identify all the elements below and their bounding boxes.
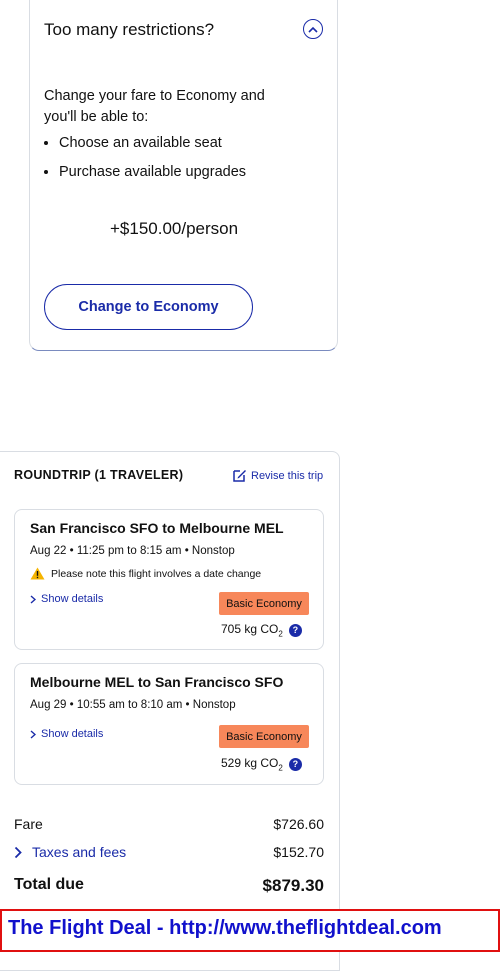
- change-to-economy-button[interactable]: Change to Economy: [44, 284, 253, 330]
- help-icon[interactable]: ?: [288, 623, 302, 637]
- show-details-link[interactable]: Show details: [30, 593, 103, 605]
- taxes-value: $152.70: [273, 844, 324, 860]
- show-details-link[interactable]: Show details: [30, 728, 103, 740]
- chevron-right-icon: [30, 594, 36, 604]
- co2-value: 529 kg CO2: [221, 756, 283, 773]
- date-change-warning: Please note this flight involves a date …: [30, 567, 261, 580]
- segment-route: San Francisco SFO to Melbourne MEL: [30, 520, 284, 536]
- benefit-item: Purchase available upgrades: [59, 158, 246, 187]
- total-due-value: $879.30: [262, 876, 324, 895]
- collapse-button[interactable]: [303, 19, 323, 39]
- watermark-text: The Flight Deal - http://www.theflightde…: [8, 917, 442, 939]
- co2-emissions: 705 kg CO2 ?: [221, 622, 302, 638]
- total-due-label: Total due: [14, 876, 84, 893]
- co2-emissions: 529 kg CO2 ?: [221, 756, 302, 772]
- warning-icon: [30, 567, 45, 580]
- co2-value: 705 kg CO2: [221, 622, 283, 639]
- benefit-item: Choose an available seat: [59, 129, 246, 158]
- chevron-up-icon: [308, 26, 318, 33]
- chevron-right-icon: [30, 729, 36, 739]
- upgrade-price: +$150.00/person: [110, 219, 239, 238]
- fare-class-badge: Basic Economy: [219, 725, 309, 748]
- help-icon[interactable]: ?: [288, 757, 302, 771]
- fare-class-badge: Basic Economy: [219, 592, 309, 615]
- upsell-benefits-list: Choose an available seat Purchase availa…: [40, 129, 246, 187]
- taxes-and-fees-toggle[interactable]: Taxes and fees: [14, 844, 126, 860]
- upsell-title: Too many restrictions?: [44, 20, 215, 39]
- taxes-label: Taxes and fees: [32, 844, 127, 860]
- warning-text: Please note this flight involves a date …: [51, 567, 262, 580]
- segment-route: Melbourne MEL to San Francisco SFO: [30, 674, 284, 690]
- trip-heading: ROUNDTRIP (1 TRAVELER): [14, 468, 184, 482]
- fare-value: $726.60: [273, 816, 324, 832]
- revise-trip-link[interactable]: Revise this trip: [232, 468, 323, 483]
- fare-label: Fare: [14, 816, 43, 832]
- segment-times: Aug 29 • 10:55 am to 8:10 am • Nonstop: [30, 699, 236, 711]
- edit-icon: [233, 470, 246, 482]
- show-details-label: Show details: [41, 728, 104, 740]
- upsell-description: Change your fare to Economy and you'll b…: [44, 88, 265, 125]
- segment-times: Aug 22 • 11:25 pm to 8:15 am • Nonstop: [30, 545, 235, 557]
- chevron-right-icon: [14, 846, 22, 858]
- show-details-label: Show details: [41, 593, 104, 605]
- revise-trip-label: Revise this trip: [251, 469, 324, 482]
